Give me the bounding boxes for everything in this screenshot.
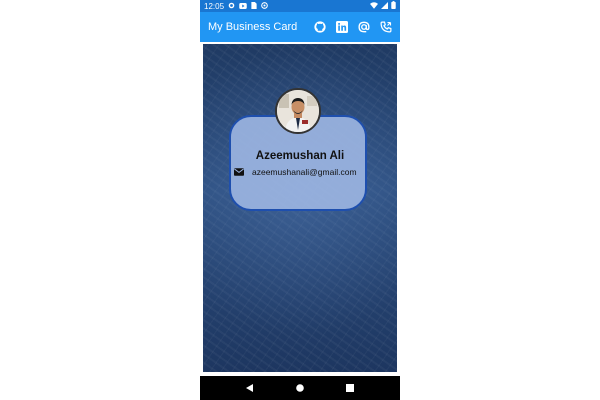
- linkedin-icon[interactable]: [336, 21, 348, 33]
- app-title: My Business Card: [208, 21, 298, 33]
- at-email-icon[interactable]: [358, 21, 370, 33]
- wifi-icon: [370, 1, 378, 11]
- status-time: 12:05: [204, 1, 225, 11]
- email-row: azeemushanali@gmail.com: [234, 166, 374, 178]
- settings-icon: [228, 2, 235, 11]
- card-name: Azeemushan Ali: [255, 150, 345, 162]
- status-bar: 12:05: [200, 0, 400, 12]
- phone-icon[interactable]: [380, 21, 392, 33]
- back-icon[interactable]: [246, 379, 254, 397]
- signal-icon: [381, 1, 388, 11]
- home-icon[interactable]: [296, 379, 304, 397]
- phone-screen: 12:05 My Business Card Azeemushan Ali az…: [200, 0, 400, 400]
- navigation-bar: [200, 376, 400, 400]
- app-actions: [314, 21, 392, 33]
- at-icon: [261, 1, 268, 11]
- profile-photo: [277, 90, 319, 132]
- recents-icon[interactable]: [346, 379, 354, 397]
- sim-card-icon: [251, 1, 257, 11]
- mail-icon: [234, 163, 244, 181]
- battery-icon: [391, 1, 396, 11]
- status-bar-left: 12:05: [204, 1, 268, 11]
- app-bar: My Business Card: [200, 12, 400, 42]
- youtube-icon: [239, 2, 247, 11]
- github-icon[interactable]: [314, 21, 326, 33]
- status-bar-right: [370, 1, 396, 11]
- avatar: [275, 88, 321, 134]
- card-email[interactable]: azeemushanali@gmail.com: [252, 167, 357, 177]
